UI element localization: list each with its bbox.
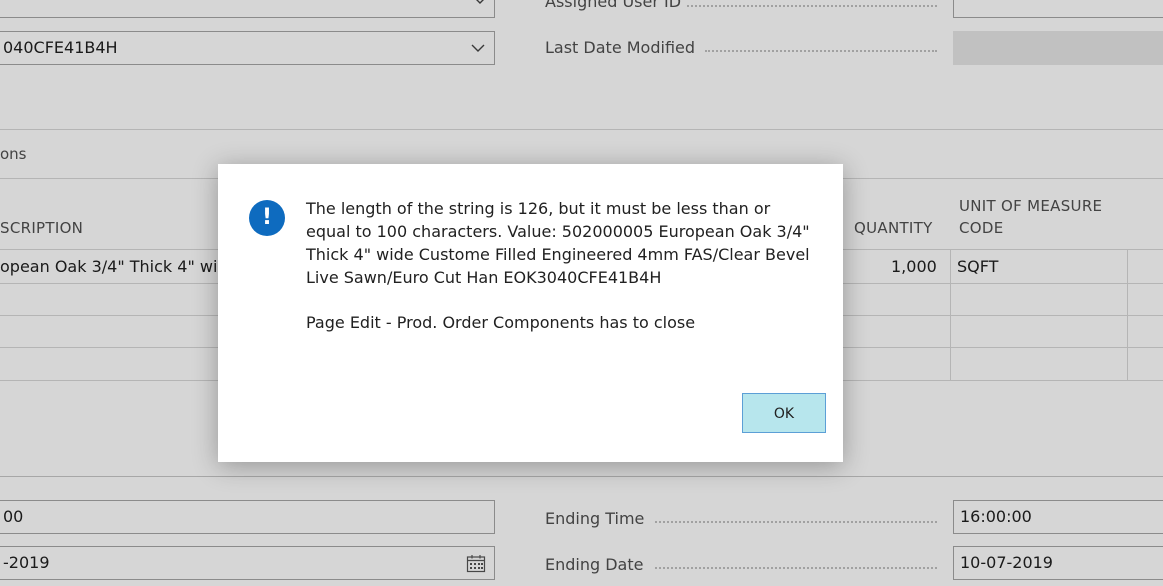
info-icon: ! <box>249 200 285 236</box>
error-dialog: ! The length of the string is 126, but i… <box>218 164 843 462</box>
dialog-detail: Page Edit - Prod. Order Components has t… <box>306 313 696 332</box>
dialog-message: The length of the string is 126, but it … <box>306 199 810 287</box>
ok-button[interactable]: OK <box>742 393 826 433</box>
